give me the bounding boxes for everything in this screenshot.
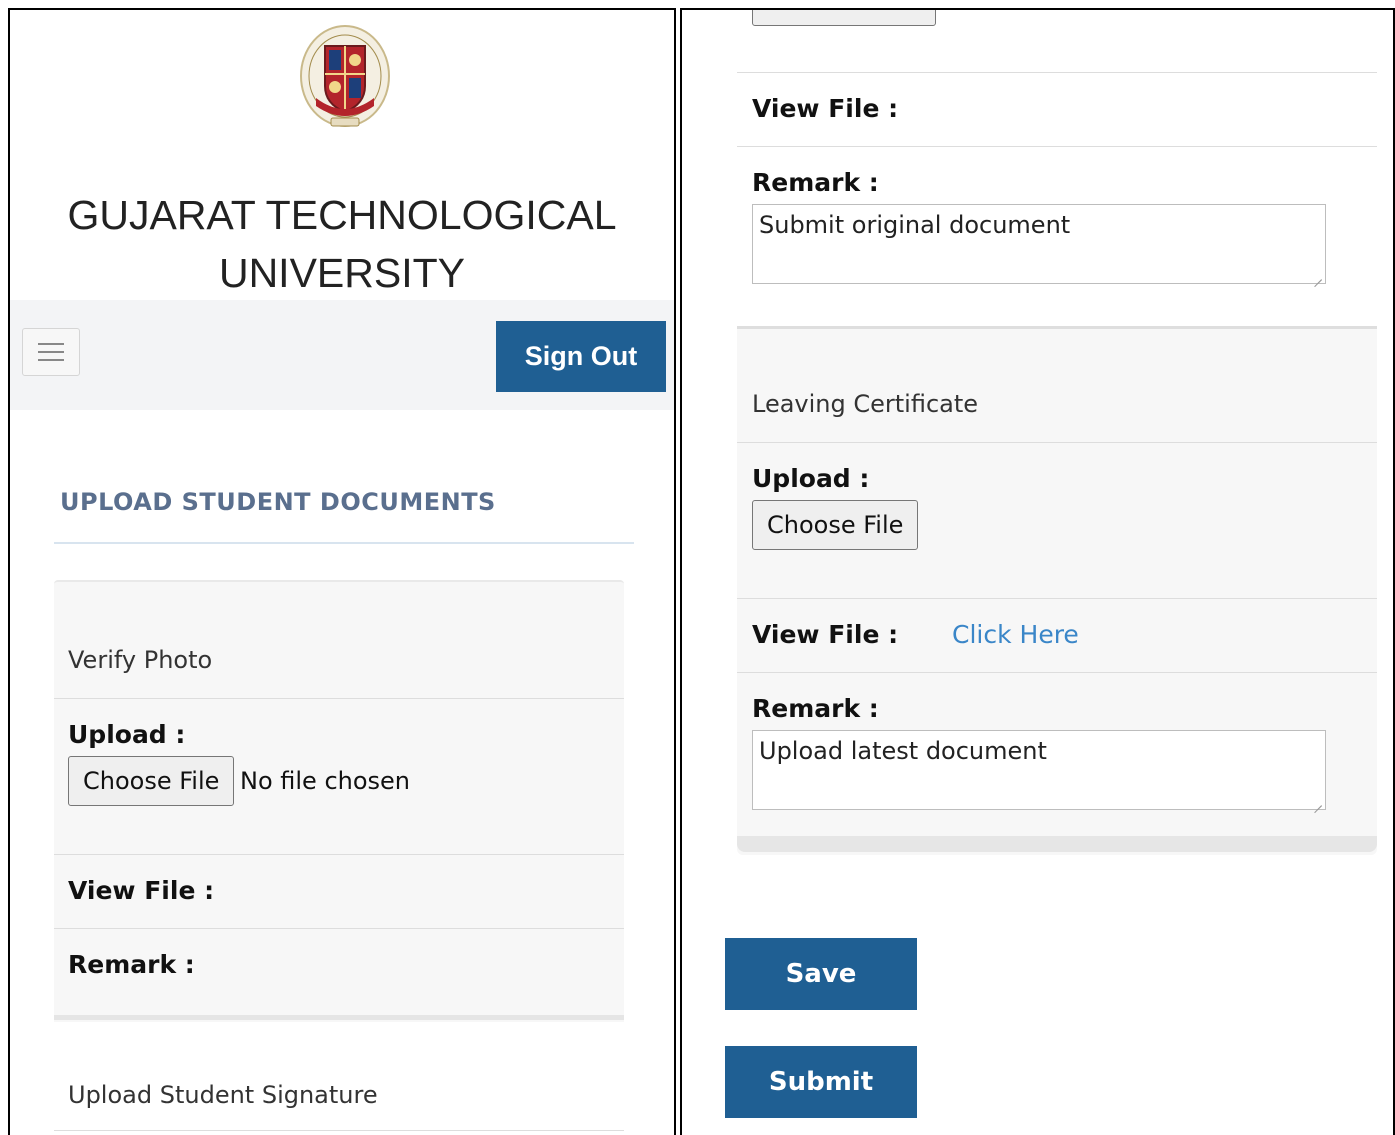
university-name: GUJARAT TECHNOLOGICAL UNIVERSITY — [67, 192, 617, 296]
view-file-label: View File : — [68, 876, 215, 905]
view-file-link[interactable]: Click Here — [952, 620, 1079, 649]
row-divider — [54, 1130, 624, 1131]
view-file-label: View File : — [752, 94, 899, 123]
right-panel: View File : Remark : Submit original doc… — [680, 8, 1395, 1135]
section-title: UPLOAD STUDENT DOCUMENTS — [60, 488, 496, 516]
document-title: Upload Student Signature — [68, 1081, 378, 1109]
row-divider — [54, 698, 624, 699]
remark-text: Submit original document — [759, 211, 1071, 239]
remark-text: Upload latest document — [759, 737, 1047, 765]
row-divider — [737, 598, 1377, 599]
section-divider — [54, 542, 634, 544]
upload-label: Upload : — [752, 464, 870, 493]
remark-label: Remark : — [68, 950, 195, 979]
choose-file-button[interactable]: Choose File — [68, 756, 235, 806]
choose-file-button[interactable]: Choose File — [752, 500, 919, 550]
document-title: Leaving Certificate — [752, 390, 979, 418]
resize-grip-icon[interactable] — [1314, 272, 1322, 288]
save-button[interactable]: Save — [725, 938, 917, 1010]
card-footer-bar — [737, 836, 1377, 852]
menu-toggle-button[interactable] — [22, 328, 80, 376]
resize-grip-icon[interactable] — [1314, 798, 1322, 814]
sign-out-button[interactable]: Sign Out — [496, 321, 666, 392]
document-card-verify-photo: Verify Photo Upload : Choose File No fil… — [54, 580, 624, 1022]
upload-label: Upload : — [68, 720, 186, 749]
row-divider — [737, 146, 1377, 147]
document-title: Verify Photo — [68, 646, 213, 674]
choose-file-button[interactable] — [752, 10, 936, 26]
submit-button[interactable]: Submit — [725, 1046, 917, 1118]
row-divider — [737, 672, 1377, 673]
file-status-text: No file chosen — [240, 767, 411, 795]
top-navbar: Sign Out — [10, 300, 674, 410]
row-divider — [54, 854, 624, 855]
row-divider — [737, 72, 1377, 73]
remark-label: Remark : — [752, 168, 879, 197]
left-panel: GUJARAT TECHNOLOGICAL UNIVERSITY Sign Ou… — [8, 8, 676, 1135]
card-footer-bar — [54, 1015, 624, 1020]
view-file-label: View File : — [752, 620, 899, 649]
hamburger-icon — [38, 343, 64, 361]
screenshot-frame: GUJARAT TECHNOLOGICAL UNIVERSITY Sign Ou… — [0, 0, 1395, 1135]
remark-textarea[interactable]: Submit original document — [752, 204, 1326, 288]
remark-textarea[interactable]: Upload latest document — [752, 730, 1326, 814]
row-divider — [54, 928, 624, 929]
remark-label: Remark : — [752, 694, 879, 723]
university-logo — [300, 25, 390, 127]
row-divider — [737, 442, 1377, 443]
